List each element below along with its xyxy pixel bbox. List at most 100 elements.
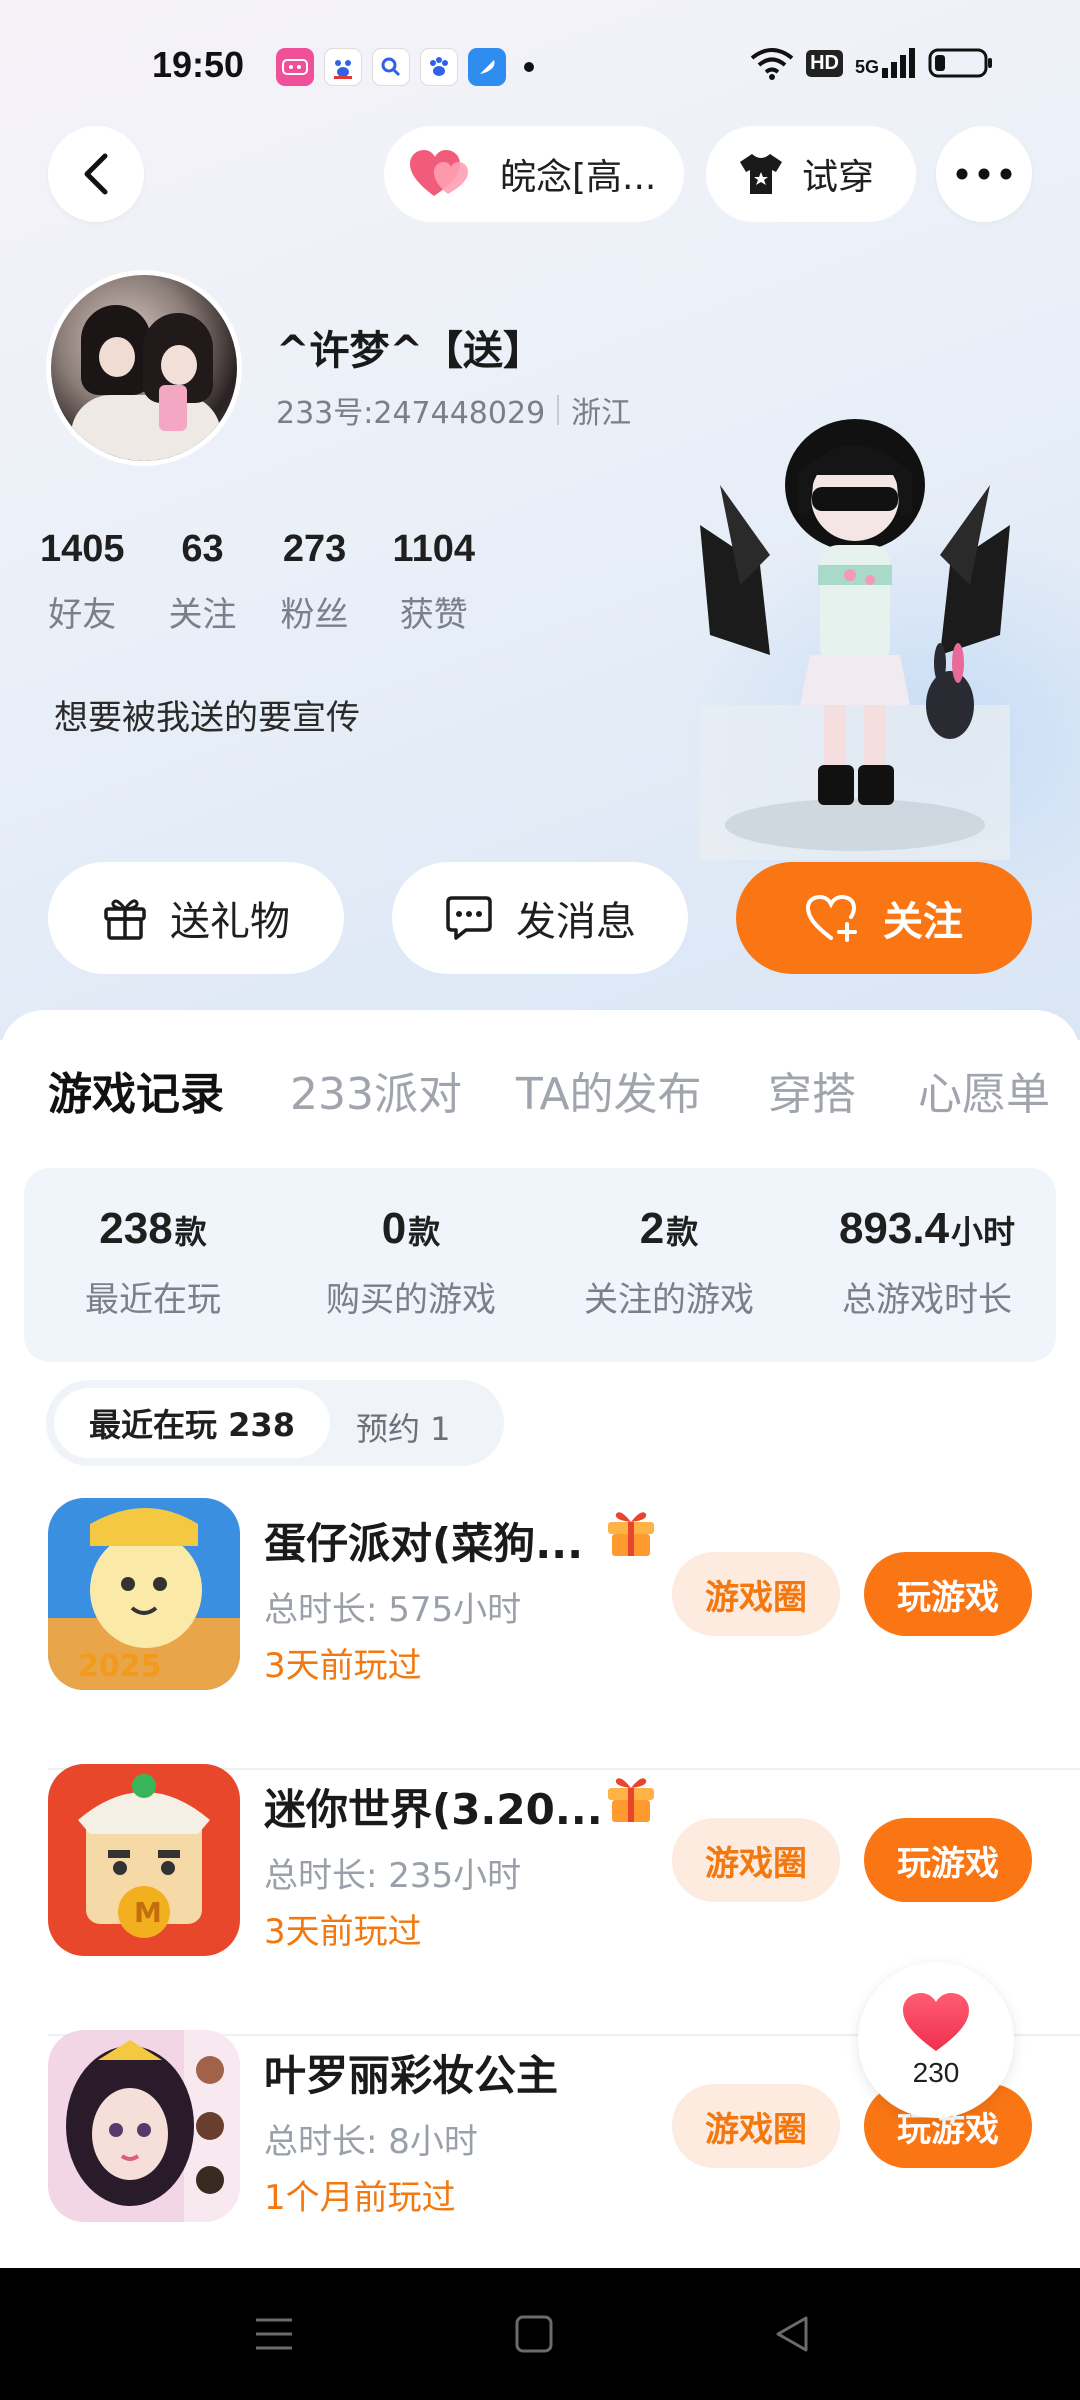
like-count: 230 (912, 2057, 960, 2088)
send-message-label: 发消息 (516, 899, 636, 945)
play-duration: 总时长: 235小时 (264, 1856, 522, 1896)
summary-total-time: 893.4小时 总游戏时长 (798, 1204, 1056, 1321)
friend-tag-button[interactable]: 皖念[高... (384, 126, 684, 222)
feather-app-icon (468, 48, 506, 86)
stat-label: 关注 (168, 595, 237, 635)
app-notification-icon (276, 48, 314, 86)
play-game-button[interactable]: 玩游戏 (864, 1552, 1032, 1636)
summary-label: 最近在玩 (85, 1280, 221, 1320)
summary-recent[interactable]: 238款 最近在玩 (24, 1204, 282, 1321)
friend-tag-label: 皖念[高... (500, 157, 657, 198)
svg-text:M: M (134, 1896, 162, 1929)
game-circle-button[interactable]: 游戏圈 (672, 2084, 840, 2168)
heart-icon (410, 150, 468, 196)
system-status: HD 5G (750, 46, 994, 80)
summary-label: 关注的游戏 (584, 1280, 754, 1320)
game-circle-button[interactable]: 游戏圈 (672, 1818, 840, 1902)
follow-button[interactable]: 关注 (736, 862, 1032, 974)
hd-icon: HD (806, 49, 843, 77)
tab-posts[interactable]: TA的发布 (516, 1058, 702, 1122)
heart-icon (903, 1993, 969, 2051)
profile-stats: 1405 好友 63 关注 273 粉丝 1104 获赞 (40, 528, 519, 636)
tshirt-icon (740, 154, 782, 194)
wifi-icon (750, 48, 794, 80)
profile-tabs: 游戏记录 233派对 TA的发布 穿搭 心愿单 (0, 1058, 1080, 1191)
game-circle-button[interactable]: 游戏圈 (672, 1552, 840, 1636)
game-list-item[interactable]: 2025 蛋仔派对(菜狗... 总时长: 575小时 3天前玩过 游戏圈 玩游戏 (0, 1498, 1080, 1770)
summary-value: 238 (99, 1204, 173, 1253)
nickname: ^许梦^【送】 (276, 328, 544, 374)
back-triangle-icon[interactable] (772, 2314, 812, 2354)
tab-233-party[interactable]: 233派对 (290, 1058, 462, 1122)
summary-value: 0 (381, 1204, 407, 1253)
stat-following[interactable]: 63 关注 (169, 528, 237, 636)
more-notifications-dot (524, 62, 534, 72)
chevron-left-icon (84, 153, 108, 195)
play-duration: 总时长: 8小时 (264, 2122, 478, 2162)
summary-value: 2 (639, 1204, 665, 1253)
avatar-image-detail (99, 337, 135, 377)
last-played: 1个月前玩过 (264, 2178, 456, 2218)
summary-purchased[interactable]: 0款 购买的游戏 (282, 1204, 540, 1321)
stat-likes[interactable]: 1104 获赞 (393, 528, 475, 636)
bio: 想要被我送的要宣传 (54, 698, 360, 738)
user-id[interactable]: 233号:247448029 (276, 388, 545, 432)
gift-icon (104, 899, 146, 940)
play-game-button[interactable]: 玩游戏 (864, 1818, 1032, 1902)
divider (557, 395, 560, 425)
tab-outfits[interactable]: 穿搭 (768, 1058, 856, 1122)
gift-badge-icon (608, 1778, 654, 1822)
summary-unit: 款 (666, 1213, 699, 1251)
send-gift-label: 送礼物 (170, 899, 290, 945)
game-name: 蛋仔派对(菜狗... (264, 1519, 584, 1568)
region: 浙江 (571, 396, 632, 431)
send-gift-button[interactable]: 送礼物 (48, 862, 344, 974)
stat-value: 1104 (392, 528, 475, 570)
battery-icon (928, 48, 992, 78)
heart-plus-icon (805, 894, 857, 942)
avatar-character-image[interactable] (700, 405, 1010, 860)
follow-label: 关注 (883, 899, 963, 945)
last-played: 3天前玩过 (264, 1912, 422, 1952)
status-bar: 19:50 HD 5G (0, 0, 1080, 130)
summary-label: 购买的游戏 (326, 1280, 496, 1320)
home-icon[interactable] (514, 2314, 554, 2354)
play-duration: 总时长: 575小时 (264, 1590, 522, 1630)
game-name: 叶罗丽彩妆公主 (264, 2051, 559, 2100)
stat-friends[interactable]: 1405 好友 (40, 528, 125, 636)
more-dots-icon (956, 168, 1012, 180)
signal-icon: 5G (855, 48, 916, 78)
menu-icon[interactable] (254, 2314, 294, 2354)
more-button[interactable] (936, 126, 1032, 222)
stat-label: 获赞 (399, 595, 468, 635)
chat-bubble-icon (446, 896, 492, 940)
avatar-image-detail (159, 385, 187, 431)
network-type-label: 5G (854, 57, 879, 77)
stat-fans[interactable]: 273 粉丝 (281, 528, 349, 636)
stat-value: 63 (181, 528, 224, 570)
send-message-button[interactable]: 发消息 (392, 862, 688, 974)
game-icon-mini-world: M (48, 1764, 240, 1956)
back-button[interactable] (48, 126, 144, 222)
avatar[interactable] (46, 270, 242, 466)
try-on-button[interactable]: 试穿 (706, 126, 916, 222)
game-icon-eggy-party: 2025 (48, 1498, 240, 1690)
avatar-image-detail (71, 395, 221, 461)
floating-like-button[interactable]: 230 (858, 1962, 1014, 2118)
game-icon-yeloli-makeup (48, 2030, 240, 2222)
tab-game-records[interactable]: 游戏记录 (48, 1058, 224, 1122)
system-navigation-bar (0, 2268, 1080, 2400)
tab-wishlist[interactable]: 心愿单 (918, 1058, 1050, 1122)
notification-icons (276, 48, 534, 86)
gift-badge-icon (608, 1512, 654, 1556)
summary-unit: 小时 (951, 1213, 1016, 1251)
summary-unit: 款 (174, 1213, 207, 1251)
summary-value: 893.4 (838, 1204, 950, 1253)
baidu-paw-icon (420, 48, 458, 86)
summary-followed[interactable]: 2款 关注的游戏 (540, 1204, 798, 1321)
stat-value: 273 (282, 528, 347, 570)
filter-reserved[interactable]: 预约 1 (356, 1404, 451, 1450)
filter-recent-playing[interactable]: 最近在玩 238 (54, 1388, 330, 1458)
last-played: 3天前玩过 (264, 1646, 422, 1686)
baidu-icon (324, 48, 362, 86)
